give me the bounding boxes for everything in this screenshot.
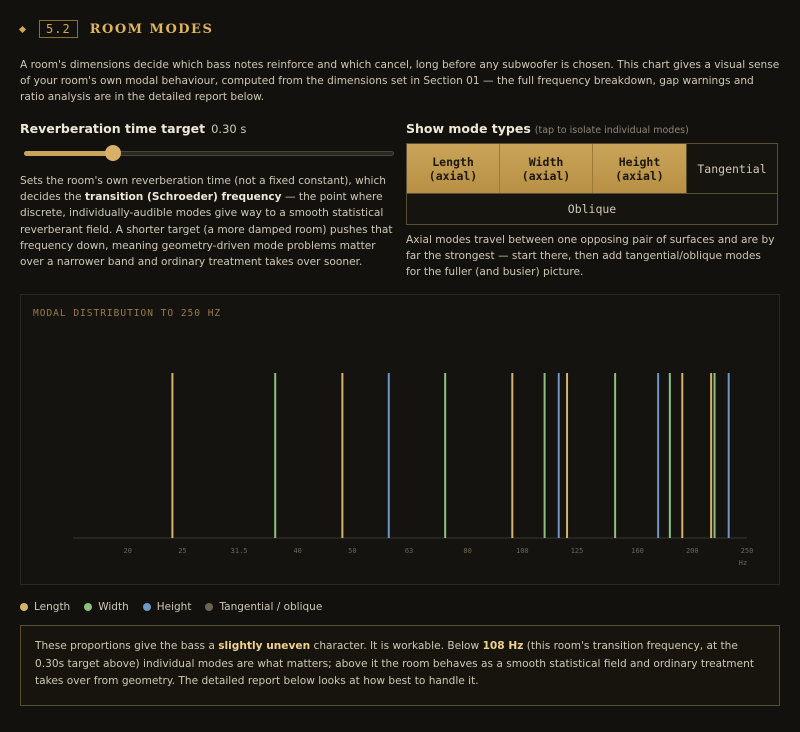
legend-label: Width <box>98 601 129 613</box>
legend-swatch-tangential <box>205 603 214 611</box>
x-tick-label: 20 <box>123 547 131 555</box>
section-title: ROOM MODES <box>89 21 214 37</box>
summary-highlight: 108 Hz <box>482 640 524 652</box>
mode-button-tangential[interactable]: Tangential <box>686 144 777 193</box>
mode-types-hint: (tap to isolate individual modes) <box>534 125 689 136</box>
reverb-desc-bold: transition (Schroeder) frequency <box>84 191 282 204</box>
summary-text: character. It is workable. Below <box>310 640 483 652</box>
x-tick-label: 125 <box>571 547 584 555</box>
mode-button-line: Oblique <box>567 202 617 216</box>
mode-button-line: (axial) <box>428 168 478 183</box>
x-tick-label: 160 <box>631 547 644 555</box>
summary-highlight: slightly uneven <box>218 640 311 652</box>
legend-label: Tangential / oblique <box>219 601 323 613</box>
chart-legend: Length Width Height Tangential / oblique <box>20 601 336 613</box>
summary-box: These proportions give the bass a slight… <box>20 625 780 706</box>
x-tick-label: 200 <box>686 547 699 555</box>
reverb-label: Reverberation time target 0.30 s <box>20 121 246 136</box>
chart-plot: 20 25 31.5 40 50 63 80 100 125 160 200 250 Hz <box>73 373 754 567</box>
mode-button-line: Tangential <box>697 161 767 176</box>
x-tick-label: 31.5 <box>231 547 248 555</box>
legend-label: Length <box>34 601 71 613</box>
legend-label: Height <box>156 601 192 613</box>
summary-text: These proportions give the bass a <box>35 640 219 652</box>
legend-swatch-width <box>84 603 93 611</box>
reverb-value: 0.30 s <box>211 122 247 136</box>
section-number: 5.2 <box>39 20 78 38</box>
reverb-label-text: Reverberation time target <box>20 121 206 136</box>
x-tick-label: 80 <box>463 547 471 555</box>
section-intro: A room's dimensions decide which bass no… <box>20 59 780 103</box>
legend-item-length: Length <box>20 601 70 613</box>
mode-button-line: Width <box>528 154 564 169</box>
mode-types-label: Show mode types (tap to isolate individua… <box>406 121 689 136</box>
x-axis-unit: Hz <box>739 559 747 567</box>
x-tick-label: 40 <box>293 547 301 555</box>
mode-button-line: Height <box>618 154 661 169</box>
legend-item-height: Height <box>142 601 192 613</box>
legend-item-tangential: Tangential / oblique <box>205 601 322 613</box>
modal-distribution-chart: MODAL DISTRIBUTION TO 250 HZ 20 25 31.5 40 5… <box>20 294 780 585</box>
legend-swatch-length <box>20 603 28 611</box>
mode-button-width[interactable]: Width (axial) <box>500 144 593 193</box>
section-header: 5.2 ROOM MODES <box>18 18 214 40</box>
x-tick-label: 50 <box>348 547 356 555</box>
x-tick-label: 250 <box>741 547 754 555</box>
mode-button-line: (axial) <box>615 168 664 183</box>
mode-button-line: (axial) <box>521 168 571 183</box>
mode-types-description: Axial modes travel between one opposing … <box>406 234 775 278</box>
reverb-slider[interactable] <box>24 145 394 161</box>
legend-swatch-height <box>142 603 151 611</box>
reverb-description: Sets the room's own reverberation time (… <box>20 173 395 270</box>
mode-button-length[interactable]: Length (axial) <box>407 144 500 193</box>
mode-button-line: Length <box>432 154 474 169</box>
mode-button-height[interactable]: Height (axial) <box>593 144 686 193</box>
legend-item-width: Width <box>84 601 129 613</box>
slider-thumb[interactable] <box>104 145 121 161</box>
diamond-icon <box>18 25 27 33</box>
mode-types-label-text: Show mode types <box>406 121 531 136</box>
x-tick-label: 63 <box>405 547 413 555</box>
x-tick-label: 25 <box>178 547 186 555</box>
mode-button-oblique[interactable]: Oblique <box>407 193 777 224</box>
x-tick-label: 100 <box>516 547 529 555</box>
slider-fill <box>24 151 113 156</box>
mode-type-buttons: Length (axial) Width (axial) Height (axial)… <box>406 143 778 225</box>
